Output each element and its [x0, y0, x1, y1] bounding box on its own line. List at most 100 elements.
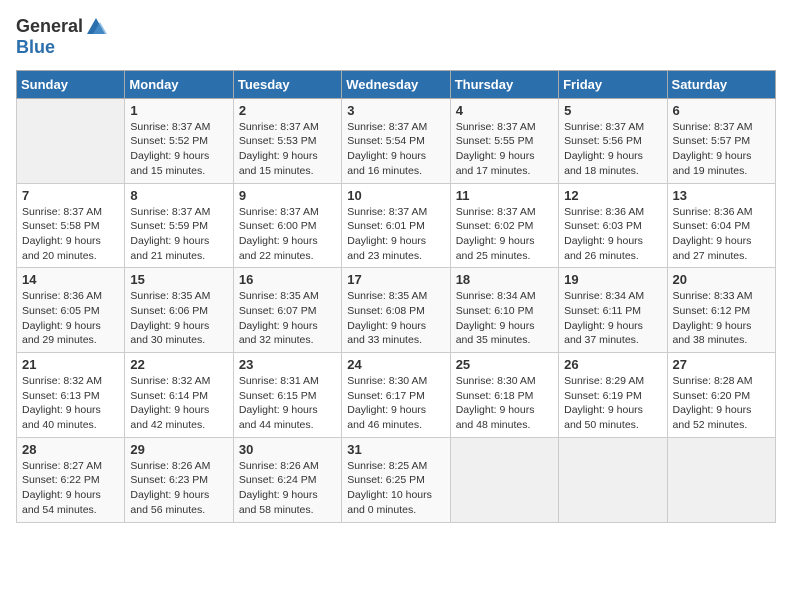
day-number: 17 — [347, 272, 444, 287]
day-number: 28 — [22, 442, 119, 457]
calendar-cell: 28 Sunrise: 8:27 AMSunset: 6:22 PMDayligh… — [17, 437, 125, 522]
day-number: 11 — [456, 188, 553, 203]
calendar-cell: 31 Sunrise: 8:25 AMSunset: 6:25 PMDayligh… — [342, 437, 450, 522]
calendar-week-row: 7Sunrise: 8:37 AMSunset: 5:58 PMDaylight… — [17, 183, 776, 268]
weekday-header-cell: Tuesday — [233, 70, 341, 98]
logo: General Blue — [16, 16, 107, 58]
calendar-cell: 22 Sunrise: 8:32 AMSunset: 6:14 PMDayligh… — [125, 353, 233, 438]
day-number: 24 — [347, 357, 444, 372]
day-number: 9 — [239, 188, 336, 203]
calendar-cell: 30 Sunrise: 8:26 AMSunset: 6:24 PMDayligh… — [233, 437, 341, 522]
cell-info: Sunrise: 8:37 AMSunset: 5:55 PMDaylight:… — [456, 120, 553, 179]
calendar-cell: 12Sunrise: 8:36 AMSunset: 6:03 PMDayligh… — [559, 183, 667, 268]
calendar-cell: 16Sunrise: 8:35 AMSunset: 6:07 PMDayligh… — [233, 268, 341, 353]
calendar-cell — [17, 98, 125, 183]
calendar-cell: 2Sunrise: 8:37 AMSunset: 5:53 PMDaylight… — [233, 98, 341, 183]
day-number: 16 — [239, 272, 336, 287]
calendar-cell: 14 Sunrise: 8:36 AMSunset: 6:05 PMDayligh… — [17, 268, 125, 353]
weekday-header-cell: Wednesday — [342, 70, 450, 98]
cell-info: Sunrise: 8:25 AMSunset: 6:25 PMDaylight:… — [347, 459, 444, 518]
day-number: 29 — [130, 442, 227, 457]
cell-info: Sunrise: 8:37 AMSunset: 6:00 PMDaylight:… — [239, 205, 336, 264]
calendar-cell: 26 Sunrise: 8:29 AMSunset: 6:19 PMDayligh… — [559, 353, 667, 438]
cell-info: Sunrise: 8:30 AMSunset: 6:18 PMDaylight:… — [456, 374, 553, 433]
calendar-cell — [450, 437, 558, 522]
day-number: 25 — [456, 357, 553, 372]
day-number: 12 — [564, 188, 661, 203]
calendar-cell: 21 Sunrise: 8:32 AMSunset: 6:13 PMDayligh… — [17, 353, 125, 438]
calendar-cell: 24 Sunrise: 8:30 AMSunset: 6:17 PMDayligh… — [342, 353, 450, 438]
day-number: 10 — [347, 188, 444, 203]
cell-info: Sunrise: 8:35 AMSunset: 6:08 PMDaylight:… — [347, 289, 444, 348]
logo-general: General — [16, 17, 83, 37]
day-number: 6 — [673, 103, 770, 118]
cell-info: Sunrise: 8:30 AMSunset: 6:17 PMDaylight:… — [347, 374, 444, 433]
calendar-cell: 13Sunrise: 8:36 AMSunset: 6:04 PMDayligh… — [667, 183, 775, 268]
calendar-cell — [559, 437, 667, 522]
day-number: 13 — [673, 188, 770, 203]
calendar-cell: 1 Sunrise: 8:37 AMSunset: 5:52 PMDaylight… — [125, 98, 233, 183]
calendar-cell: 7Sunrise: 8:37 AMSunset: 5:58 PMDaylight… — [17, 183, 125, 268]
weekday-header-cell: Saturday — [667, 70, 775, 98]
calendar-cell: 3 Sunrise: 8:37 AMSunset: 5:54 PMDaylight… — [342, 98, 450, 183]
calendar-week-row: 28 Sunrise: 8:27 AMSunset: 6:22 PMDayligh… — [17, 437, 776, 522]
day-number: 31 — [347, 442, 444, 457]
calendar-week-row: 21 Sunrise: 8:32 AMSunset: 6:13 PMDayligh… — [17, 353, 776, 438]
day-number: 26 — [564, 357, 661, 372]
calendar-table: SundayMondayTuesdayWednesdayThursdayFrid… — [16, 70, 776, 523]
calendar-cell: 17 Sunrise: 8:35 AMSunset: 6:08 PMDayligh… — [342, 268, 450, 353]
cell-info: Sunrise: 8:34 AMSunset: 6:10 PMDaylight:… — [456, 289, 553, 348]
day-number: 22 — [130, 357, 227, 372]
day-number: 3 — [347, 103, 444, 118]
calendar-cell: 15 Sunrise: 8:35 AMSunset: 6:06 PMDayligh… — [125, 268, 233, 353]
calendar-cell — [667, 437, 775, 522]
day-number: 30 — [239, 442, 336, 457]
cell-info: Sunrise: 8:26 AMSunset: 6:23 PMDaylight:… — [130, 459, 227, 518]
day-number: 1 — [130, 103, 227, 118]
page-header: General Blue — [16, 16, 776, 58]
day-number: 8 — [130, 188, 227, 203]
cell-info: Sunrise: 8:35 AMSunset: 6:06 PMDaylight:… — [130, 289, 227, 348]
weekday-header-cell: Thursday — [450, 70, 558, 98]
calendar-cell: 19 Sunrise: 8:34 AMSunset: 6:11 PMDayligh… — [559, 268, 667, 353]
cell-info: Sunrise: 8:32 AMSunset: 6:14 PMDaylight:… — [130, 374, 227, 433]
logo-icon — [85, 16, 107, 38]
cell-info: Sunrise: 8:37 AMSunset: 5:52 PMDaylight:… — [130, 120, 227, 179]
day-number: 15 — [130, 272, 227, 287]
calendar-week-row: 14 Sunrise: 8:36 AMSunset: 6:05 PMDayligh… — [17, 268, 776, 353]
weekday-header: SundayMondayTuesdayWednesdayThursdayFrid… — [17, 70, 776, 98]
cell-info: Sunrise: 8:37 AMSunset: 5:57 PMDaylight:… — [673, 120, 770, 179]
cell-info: Sunrise: 8:33 AMSunset: 6:12 PMDaylight:… — [673, 289, 770, 348]
day-number: 14 — [22, 272, 119, 287]
day-number: 20 — [673, 272, 770, 287]
cell-info: Sunrise: 8:29 AMSunset: 6:19 PMDaylight:… — [564, 374, 661, 433]
day-number: 19 — [564, 272, 661, 287]
calendar-cell: 20 Sunrise: 8:33 AMSunset: 6:12 PMDayligh… — [667, 268, 775, 353]
calendar-cell: 4 Sunrise: 8:37 AMSunset: 5:55 PMDaylight… — [450, 98, 558, 183]
day-number: 2 — [239, 103, 336, 118]
cell-info: Sunrise: 8:32 AMSunset: 6:13 PMDaylight:… — [22, 374, 119, 433]
calendar-cell: 27 Sunrise: 8:28 AMSunset: 6:20 PMDayligh… — [667, 353, 775, 438]
cell-info: Sunrise: 8:37 AMSunset: 6:02 PMDaylight:… — [456, 205, 553, 264]
cell-info: Sunrise: 8:37 AMSunset: 5:58 PMDaylight:… — [22, 205, 119, 264]
cell-info: Sunrise: 8:31 AMSunset: 6:15 PMDaylight:… — [239, 374, 336, 433]
day-number: 4 — [456, 103, 553, 118]
day-number: 27 — [673, 357, 770, 372]
calendar-cell: 9 Sunrise: 8:37 AMSunset: 6:00 PMDaylight… — [233, 183, 341, 268]
cell-info: Sunrise: 8:36 AMSunset: 6:05 PMDaylight:… — [22, 289, 119, 348]
calendar-cell: 10Sunrise: 8:37 AMSunset: 6:01 PMDayligh… — [342, 183, 450, 268]
cell-info: Sunrise: 8:37 AMSunset: 5:56 PMDaylight:… — [564, 120, 661, 179]
cell-info: Sunrise: 8:27 AMSunset: 6:22 PMDaylight:… — [22, 459, 119, 518]
day-number: 5 — [564, 103, 661, 118]
calendar-cell: 29 Sunrise: 8:26 AMSunset: 6:23 PMDayligh… — [125, 437, 233, 522]
cell-info: Sunrise: 8:26 AMSunset: 6:24 PMDaylight:… — [239, 459, 336, 518]
logo-blue: Blue — [16, 38, 107, 58]
cell-info: Sunrise: 8:28 AMSunset: 6:20 PMDaylight:… — [673, 374, 770, 433]
cell-info: Sunrise: 8:34 AMSunset: 6:11 PMDaylight:… — [564, 289, 661, 348]
cell-info: Sunrise: 8:37 AMSunset: 5:54 PMDaylight:… — [347, 120, 444, 179]
day-number: 18 — [456, 272, 553, 287]
calendar-cell: 25 Sunrise: 8:30 AMSunset: 6:18 PMDayligh… — [450, 353, 558, 438]
day-number: 21 — [22, 357, 119, 372]
calendar-cell: 6 Sunrise: 8:37 AMSunset: 5:57 PMDaylight… — [667, 98, 775, 183]
weekday-header-cell: Sunday — [17, 70, 125, 98]
